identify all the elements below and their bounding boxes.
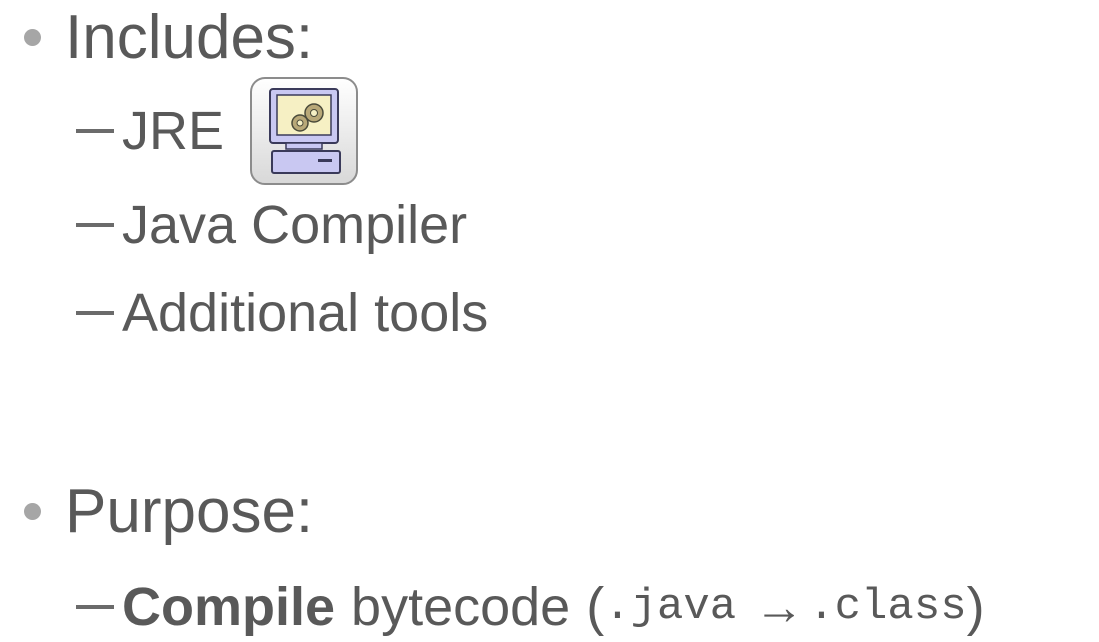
purpose-bullet: Purpose: bbox=[24, 476, 313, 546]
list-item-additional-tools: Additional tools bbox=[76, 278, 488, 348]
list-item-compile: Compile bytecode ( .java → .class ) bbox=[76, 572, 985, 642]
java-extension: .java bbox=[604, 582, 737, 632]
compile-bold-label: Compile bbox=[122, 577, 336, 637]
close-paren: ) bbox=[966, 577, 985, 637]
additional-tools-label: Additional tools bbox=[122, 283, 489, 343]
dash bbox=[76, 223, 114, 227]
jre-label: JRE bbox=[122, 101, 225, 161]
class-extension: .class bbox=[808, 582, 967, 632]
bullet-dot bbox=[24, 28, 41, 46]
bytecode-label: bytecode bbox=[351, 577, 571, 637]
purpose-heading: Purpose: bbox=[65, 476, 314, 546]
dash bbox=[76, 605, 114, 609]
open-paren: ( bbox=[586, 577, 605, 637]
includes-heading: Includes: bbox=[65, 2, 314, 72]
dash bbox=[76, 311, 114, 315]
includes-bullet: Includes: bbox=[24, 2, 313, 72]
list-item-jre: JRE bbox=[76, 76, 359, 186]
java-compiler-label: Java Compiler bbox=[122, 195, 468, 255]
dash bbox=[76, 129, 114, 133]
computer-gears-icon bbox=[250, 77, 359, 185]
arrow-right-icon: → bbox=[754, 579, 805, 635]
list-item-java-compiler: Java Compiler bbox=[76, 190, 467, 260]
bullet-dot bbox=[24, 502, 41, 520]
